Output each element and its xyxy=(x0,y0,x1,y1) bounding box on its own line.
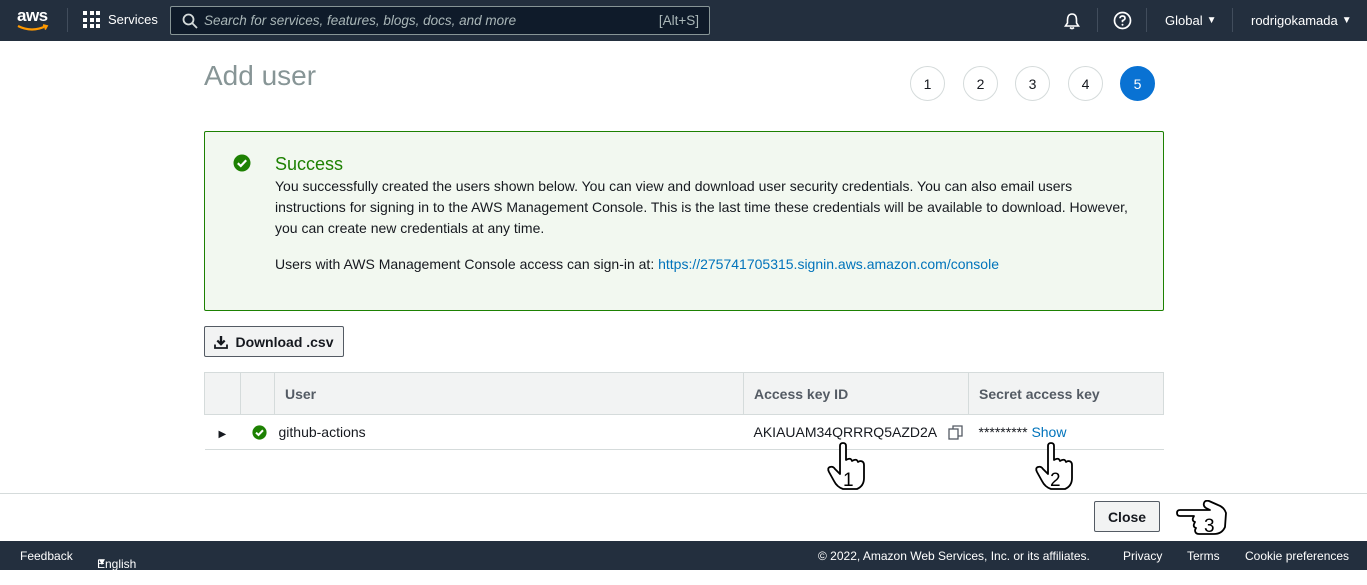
expand-row-toggle[interactable]: ▶ xyxy=(204,414,241,450)
account-name: rodrigokamada xyxy=(1251,13,1338,28)
download-csv-button[interactable]: Download .csv xyxy=(204,326,344,357)
cookie-preferences-link[interactable]: Cookie preferences xyxy=(1245,549,1349,563)
signin-info: Users with AWS Management Console access… xyxy=(275,254,1145,275)
search-icon xyxy=(182,13,198,29)
status-cell xyxy=(240,414,275,450)
column-header-user: User xyxy=(274,372,744,415)
region-selector[interactable]: Global ▼ xyxy=(1165,0,1216,41)
wizard-step-3[interactable]: 3 xyxy=(1015,66,1050,101)
success-check-icon xyxy=(251,425,267,440)
alert-title: Success xyxy=(275,154,344,174)
copyright-text: © 2022, Amazon Web Services, Inc. or its… xyxy=(818,549,1090,563)
column-header-secret-access-key: Secret access key xyxy=(968,372,1164,415)
services-menu-button[interactable]: Services xyxy=(83,11,158,28)
credentials-table: User Access key ID Secret access key ▶ g… xyxy=(204,372,1164,450)
status-column-header xyxy=(240,372,275,415)
caret-down-icon: ▼ xyxy=(1206,15,1217,26)
wizard-step-2[interactable]: 2 xyxy=(963,66,998,101)
secret-masked-value: ********* xyxy=(978,424,1028,440)
close-button[interactable]: Close xyxy=(1094,501,1160,532)
pointer-hand-annotation-1: 1 xyxy=(827,442,865,491)
table-header-row: User Access key ID Secret access key xyxy=(204,372,1164,415)
feedback-link[interactable]: Feedback xyxy=(20,549,73,563)
caret-down-icon: ▼ xyxy=(97,557,107,568)
help-button[interactable] xyxy=(1113,0,1132,41)
signin-text: Users with AWS Management Console access… xyxy=(275,256,659,272)
search-shortcut-hint: [Alt+S] xyxy=(658,13,699,28)
alert-message: You successfully created the users shown… xyxy=(275,178,1128,236)
notifications-button[interactable] xyxy=(1063,0,1081,41)
account-menu[interactable]: rodrigokamada ▼ xyxy=(1251,0,1352,41)
annotation-label-1: 1 xyxy=(843,470,854,491)
search-box[interactable]: [Alt+S] xyxy=(170,6,710,35)
annotation-label-3: 3 xyxy=(1204,516,1215,537)
wizard-step-5-active[interactable]: 5 xyxy=(1120,66,1155,101)
expand-column-header xyxy=(204,372,241,415)
nav-divider xyxy=(1232,8,1233,32)
download-csv-label: Download .csv xyxy=(235,333,334,350)
nav-divider xyxy=(1097,8,1098,32)
nav-divider xyxy=(1146,8,1147,32)
top-navigation: aws Services [Alt+S] Gl xyxy=(0,0,1367,41)
nav-divider xyxy=(67,8,68,32)
search-input[interactable] xyxy=(198,13,659,28)
apps-grid-icon xyxy=(83,11,100,28)
success-check-icon xyxy=(233,154,251,172)
console-footer: Feedback English (US) ▼ © 2022, Amazon W… xyxy=(0,541,1367,585)
access-key-id-value: AKIAUAM34QRRRQ5AZD2A xyxy=(753,423,937,440)
console-signin-link[interactable]: https://275741705315.signin.aws.amazon.c… xyxy=(658,256,999,272)
success-alert: Success You successfully created the use… xyxy=(204,131,1164,311)
copy-icon[interactable] xyxy=(948,425,963,441)
pointer-hand-annotation-2: 2 xyxy=(1035,442,1073,491)
terms-link[interactable]: Terms xyxy=(1187,549,1220,563)
column-header-access-key-id: Access key ID xyxy=(743,372,969,415)
wizard-footer xyxy=(0,493,1367,540)
region-label: Global xyxy=(1165,13,1203,28)
privacy-link[interactable]: Privacy xyxy=(1123,549,1162,563)
caret-right-icon: ▶ xyxy=(218,429,227,440)
table-row: ▶ github-actions AKIAUAM34QRRRQ5AZD2A **… xyxy=(204,414,1164,450)
close-label: Close xyxy=(1107,508,1147,525)
show-secret-link[interactable]: Show xyxy=(1031,424,1066,440)
bell-icon xyxy=(1064,12,1080,29)
wizard-step-1[interactable]: 1 xyxy=(910,66,945,101)
user-name-cell: github-actions xyxy=(274,414,744,450)
caret-down-icon: ▼ xyxy=(1341,15,1352,26)
aws-logo-text: aws xyxy=(17,6,48,25)
services-label: Services xyxy=(108,12,158,27)
download-icon xyxy=(214,335,229,349)
wizard-step-4[interactable]: 4 xyxy=(1068,66,1103,101)
page-title: Add user xyxy=(204,60,317,91)
aws-smile-icon xyxy=(17,24,49,31)
aws-logo[interactable]: aws xyxy=(17,6,51,34)
pointer-hand-annotation-3: 3 xyxy=(1176,500,1227,537)
annotation-label-2: 2 xyxy=(1050,470,1061,491)
help-icon xyxy=(1113,11,1132,30)
